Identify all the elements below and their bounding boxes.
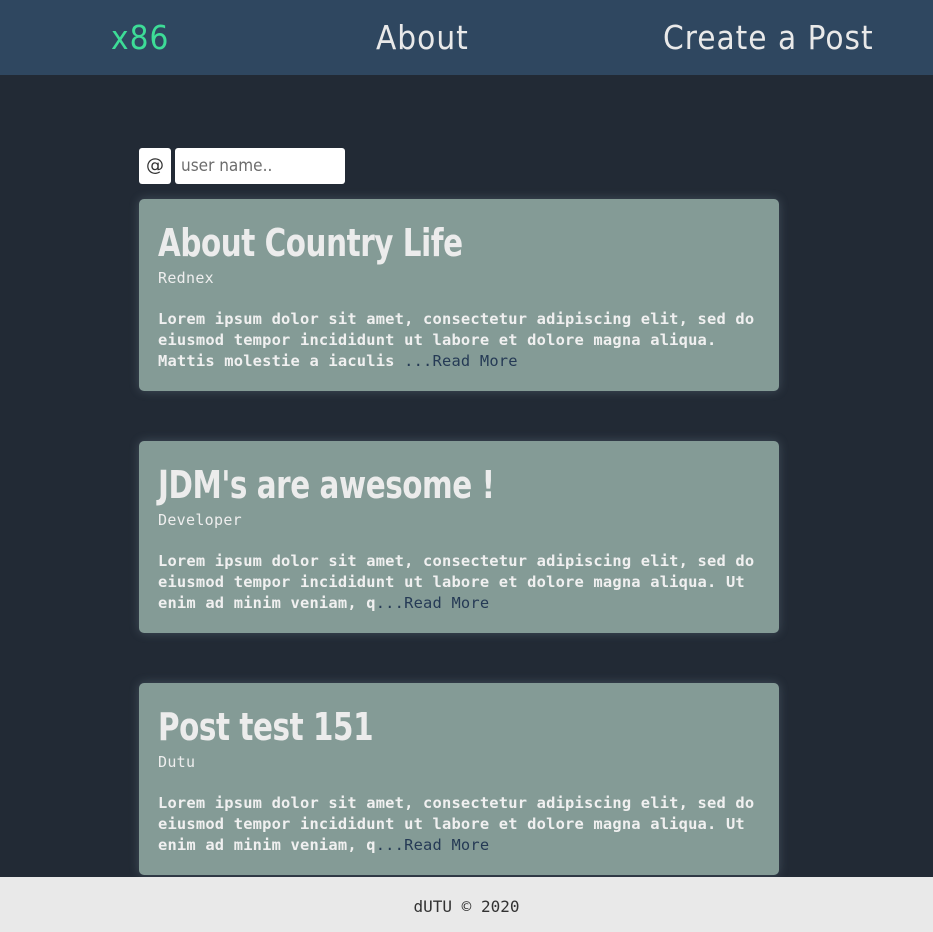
post-card[interactable]: About Country Life Rednex Lorem ipsum do… — [139, 199, 779, 391]
post-card[interactable]: JDM's are awesome ! Developer Lorem ipsu… — [139, 441, 779, 633]
post-excerpt: Lorem ipsum dolor sit amet, consectetur … — [158, 551, 760, 614]
read-more-link[interactable]: ...Read More — [404, 352, 518, 370]
read-more-link[interactable]: ...Read More — [376, 594, 490, 612]
post-excerpt: Lorem ipsum dolor sit amet, consectetur … — [158, 309, 760, 372]
post-author: Dutu — [158, 753, 196, 771]
footer-copyright: dUTU © 2020 — [413, 897, 520, 916]
read-more-link[interactable]: ...Read More — [376, 836, 490, 854]
post-author: Rednex — [158, 269, 214, 287]
post-author: Developer — [158, 511, 242, 529]
post-excerpt: Lorem ipsum dolor sit amet, consectetur … — [158, 793, 760, 856]
top-navbar: x86 About Create a Post — [0, 0, 933, 75]
username-search-input[interactable] — [175, 148, 345, 184]
post-title[interactable]: About Country Life — [158, 215, 676, 269]
nav-about-link[interactable]: About — [376, 0, 469, 75]
at-prefix-label: @ — [139, 148, 171, 184]
brand-link[interactable]: x86 — [111, 0, 169, 75]
post-title[interactable]: JDM's are awesome ! — [158, 457, 676, 511]
nav-create-post-link[interactable]: Create a Post — [663, 0, 874, 75]
post-card[interactable]: Post test 151 Dutu Lorem ipsum dolor sit… — [139, 683, 779, 875]
page-footer: dUTU © 2020 — [0, 877, 933, 932]
post-title[interactable]: Post test 151 — [158, 699, 676, 753]
